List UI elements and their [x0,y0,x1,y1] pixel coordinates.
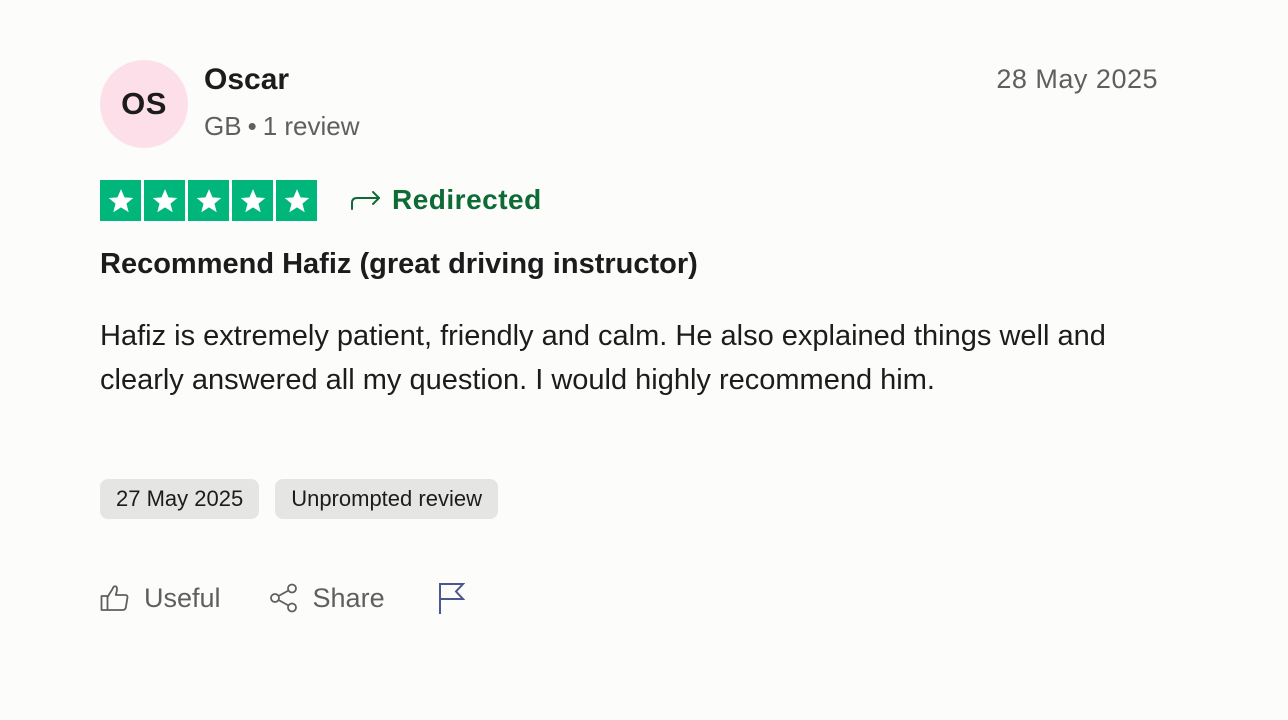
unprompted-review-tag[interactable]: Unprompted review [275,479,498,519]
star-icon [100,180,141,221]
review-tags: 27 May 2025 Unprompted review [100,479,498,519]
review-body: Hafiz is extremely patient, friendly and… [100,320,1106,396]
review-title: Recommend Hafiz (great driving instructo… [100,248,698,280]
reviewer-meta: GB • 1 review [204,110,360,142]
meta-separator: • [247,111,257,141]
thumbs-up-icon [100,583,130,613]
star-icon [232,180,273,221]
redirected-badge[interactable]: Redirected [350,180,542,220]
experience-date-tag: 27 May 2025 [100,479,260,519]
star-icon [276,180,317,221]
flag-icon [437,581,465,615]
avatar[interactable]: OS [100,60,188,148]
review-date: 28 May 2025 [996,64,1158,94]
star-rating [100,180,317,221]
share-button[interactable]: Share [269,583,385,614]
star-icon [188,180,229,221]
redirect-arrow-icon [350,189,382,211]
useful-button[interactable]: Useful [100,583,221,614]
redirected-label: Redirected [392,184,542,215]
reviewer-name[interactable]: Oscar [204,62,289,98]
share-icon [269,583,299,613]
star-icon [144,180,185,221]
review-actions: Useful Share [100,578,465,618]
useful-label: Useful [144,582,221,613]
reviewer-review-count: 1 review [262,111,360,141]
review-card: OS Oscar GB • 1 review 28 May 2025 Redirec… [0,0,1288,720]
report-button[interactable] [437,581,465,615]
share-label: Share [312,582,385,613]
reviewer-country: GB [204,111,242,141]
